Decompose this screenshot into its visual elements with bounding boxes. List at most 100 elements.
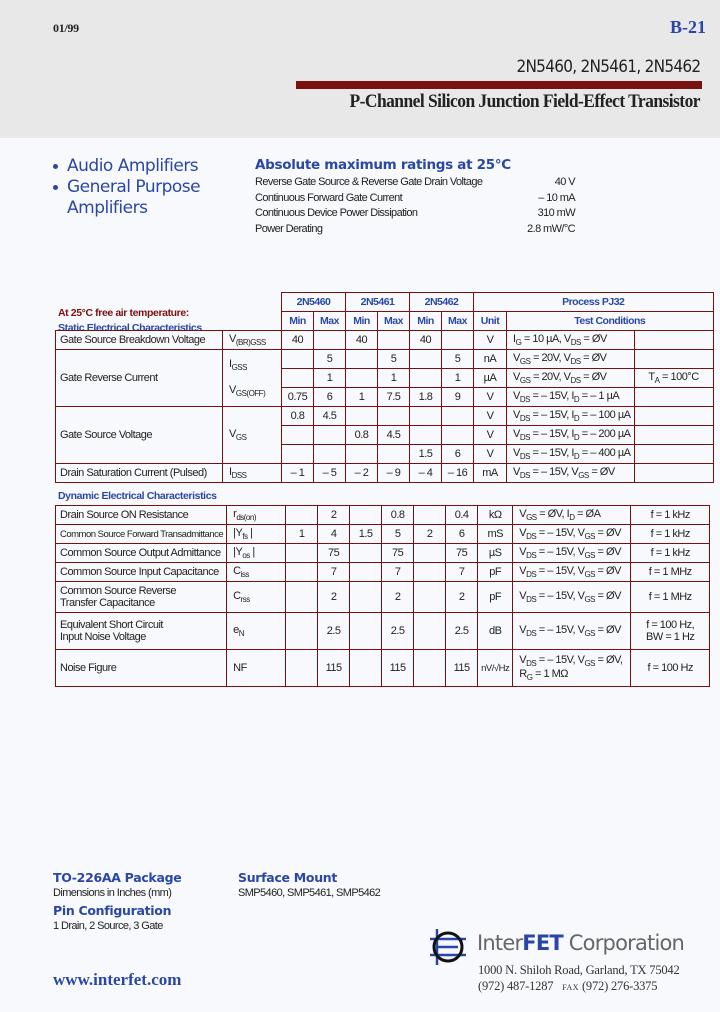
- surface-mount-title: Surface Mount: [238, 870, 338, 885]
- min-value: [345, 444, 378, 464]
- test-condition: VGS = 20V, VDS = ØV: [506, 349, 635, 369]
- part-number-header: 2N5462: [409, 292, 474, 312]
- parameter-name: Common Source Reverse Transfer Capacitanc…: [54, 581, 228, 613]
- test-condition-extra: f = 1 MHz: [630, 562, 711, 582]
- test-condition-extra: [633, 349, 714, 369]
- max-value: [377, 444, 410, 464]
- min-value: [345, 368, 378, 388]
- symbol: Crss: [226, 581, 287, 613]
- test-condition-extra: [633, 387, 714, 407]
- rating-value: 40 V: [554, 176, 576, 188]
- symbol: |Yos |: [226, 543, 287, 563]
- test-condition: VDS = – 15V, ID = – 400 µA: [506, 444, 635, 464]
- min-header: Min: [409, 311, 442, 331]
- unit: mS: [477, 524, 514, 544]
- min-value: [349, 505, 383, 525]
- min-value: [281, 425, 314, 445]
- test-condition-extra: [633, 444, 714, 464]
- max-value: 2.5: [317, 612, 351, 650]
- test-condition: VDS = – 15V, VGS = ØV: [512, 612, 632, 650]
- max-value: [313, 444, 346, 464]
- symbol: NF: [226, 649, 287, 687]
- min-value: [413, 562, 447, 582]
- website-link[interactable]: www.interfet.com: [53, 970, 181, 990]
- dynamic-characteristics-table: Drain Source ON Resistance rds(on) 2 0.8 0.4…: [54, 505, 711, 687]
- table-row: Common Source Reverse Transfer Capacitanc…: [54, 581, 711, 613]
- table-row: Gate Reverse Current IGSS VGS(OFF) 5 5 5 nA VGS…: [55, 349, 714, 407]
- max-value: 2.5: [381, 612, 415, 650]
- min-value: [281, 349, 314, 369]
- max-value: [441, 330, 474, 350]
- max-value: – 9: [377, 463, 410, 483]
- unit: nV/√Hz: [477, 649, 514, 687]
- header-row-parts: 2N5460 2N5461 2N5462 Process PJ32: [56, 292, 714, 312]
- title-divider: [296, 81, 702, 89]
- min-value: [409, 406, 442, 426]
- symbol: rds(on): [226, 505, 287, 525]
- max-value: 75: [317, 543, 351, 563]
- test-condition: IG = 10 µA, VDS = ØV: [506, 330, 635, 350]
- unit: V: [473, 425, 507, 445]
- test-condition: VDS = – 15V, VGS = ØV: [512, 581, 632, 613]
- unit: µA: [473, 368, 507, 388]
- feature-list: Audio Amplifiers General Purpose Amplifi…: [52, 156, 201, 219]
- max-value: [313, 425, 346, 445]
- absolute-max-ratings: Absolute maximum ratings at 25°C Reverse…: [255, 157, 576, 237]
- min-header: Min: [345, 311, 378, 331]
- min-value: [413, 612, 447, 650]
- symbol: IDSS: [222, 463, 282, 483]
- symbol: eN: [226, 612, 287, 650]
- part-number-header: 2N5461: [345, 292, 410, 312]
- feature-item: General Purpose: [52, 177, 201, 198]
- phone-number: (972) 487-1287: [478, 979, 554, 993]
- max-value: 2: [445, 581, 479, 613]
- max-value: 2: [381, 581, 415, 613]
- min-value: 0.8: [281, 406, 314, 426]
- test-condition-extra: f = 1 MHz: [630, 581, 711, 613]
- process-header: Process PJ32: [473, 292, 714, 312]
- test-conditions-header: Test Conditions: [506, 311, 714, 331]
- min-value: 40: [409, 330, 442, 350]
- min-value: [409, 349, 442, 369]
- max-value: 4: [317, 524, 351, 544]
- max-value: 115: [445, 649, 479, 687]
- street-address: 1000 N. Shiloh Road, Garland, TX 75042: [478, 963, 680, 977]
- table-row: Drain Source ON Resistance rds(on) 2 0.8 0.4…: [54, 505, 711, 525]
- surface-mount-parts: SMP5460, SMP5461, SMP5462: [238, 887, 381, 899]
- unit: kΩ: [477, 505, 514, 525]
- rating-row: Continuous Device Power Dissipation 310 m…: [255, 206, 576, 222]
- min-value: 1.5: [349, 524, 383, 544]
- package-title: TO-226AA Package: [53, 870, 182, 885]
- max-value: 0.4: [445, 505, 479, 525]
- min-value: 40: [281, 330, 314, 350]
- min-value: 0.75: [281, 387, 314, 407]
- min-value: [413, 649, 447, 687]
- bullet-icon: [53, 164, 58, 169]
- min-value: [281, 444, 314, 464]
- test-condition-extra: f = 1 kHz: [630, 543, 711, 563]
- max-value: 1: [441, 368, 474, 388]
- symbol: |Yfs |: [226, 524, 287, 544]
- max-value: [313, 330, 346, 350]
- rating-value: 2.8 mW/°C: [527, 222, 576, 235]
- page-subtitle: P-Channel Silicon Junction Field-Effect …: [349, 91, 701, 112]
- max-value: 1: [313, 368, 346, 388]
- feature-item: Audio Amplifiers: [52, 156, 200, 177]
- max-value: – 5: [313, 463, 346, 483]
- fax-label: FAX: [562, 983, 580, 992]
- parameter-name: Gate Reverse Current: [55, 349, 223, 407]
- max-value: 7: [381, 562, 415, 582]
- max-value: [377, 406, 410, 426]
- unit: V: [473, 444, 507, 464]
- min-value: [285, 543, 319, 563]
- interfet-logo-icon: [430, 929, 466, 965]
- test-condition-extra: [633, 406, 714, 426]
- test-condition: VDS = – 15V, VGS = ØV: [512, 562, 632, 582]
- pin-config: 1 Drain, 2 Source, 3 Gate: [53, 920, 163, 932]
- test-condition-extra: [633, 463, 714, 483]
- max-value: [441, 406, 474, 426]
- min-value: [409, 368, 442, 388]
- parameter-name: Gate Source Voltage: [55, 406, 223, 464]
- dynamic-section-title: Dynamic Electrical Characteristics: [58, 490, 217, 502]
- min-value: [285, 612, 319, 650]
